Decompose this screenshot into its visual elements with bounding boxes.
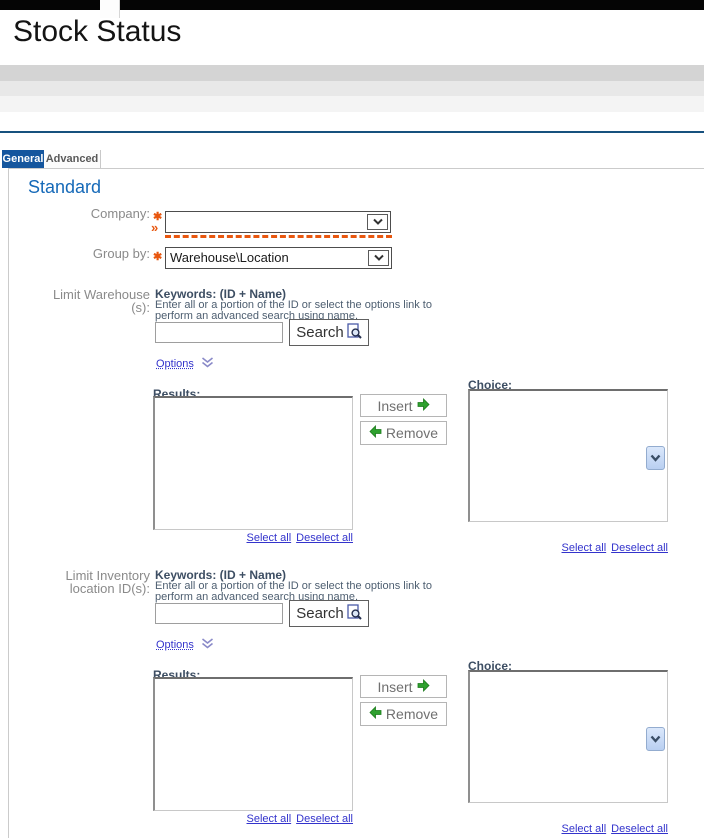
results-select-all-link[interactable]: Select all bbox=[247, 532, 292, 544]
search-button-label: Search bbox=[296, 605, 344, 622]
location-search-button[interactable]: Search bbox=[289, 600, 369, 627]
location-keyword-input[interactable] bbox=[155, 603, 283, 624]
toolbar-band-2 bbox=[0, 81, 704, 96]
remove-button-label: Remove bbox=[386, 706, 438, 722]
limit-inventory-location-section: Limit Inventory location ID(s): Keywords… bbox=[0, 568, 696, 834]
tab-general[interactable]: General bbox=[2, 150, 44, 168]
insert-button-label: Insert bbox=[377, 679, 412, 695]
header-divider bbox=[0, 131, 704, 133]
group-by-select[interactable]: Warehouse\Location bbox=[165, 247, 392, 269]
page-title: Stock Status bbox=[13, 15, 181, 49]
warehouse-results-listbox[interactable] bbox=[153, 396, 353, 530]
results-select-all-link[interactable]: Select all bbox=[247, 813, 292, 825]
choice-select-all-link[interactable]: Select all bbox=[562, 542, 607, 554]
section-heading-standard: Standard bbox=[28, 177, 101, 198]
arrow-left-icon bbox=[369, 425, 382, 441]
choice-deselect-all-link[interactable]: Deselect all bbox=[611, 542, 668, 554]
tab-advanced[interactable]: Advanced bbox=[44, 150, 101, 168]
required-jump-icon: » bbox=[151, 223, 158, 233]
results-deselect-all-link[interactable]: Deselect all bbox=[296, 532, 353, 544]
double-chevron-down-icon[interactable] bbox=[201, 636, 214, 654]
company-select[interactable] bbox=[165, 211, 391, 233]
double-chevron-down-icon[interactable] bbox=[201, 355, 214, 373]
group-by-label: Group by: bbox=[0, 246, 150, 261]
tab-strip-spacer bbox=[100, 0, 120, 18]
warehouse-search-button[interactable]: Search bbox=[289, 319, 369, 346]
limit-warehouse-section: Limit Warehouse (s): Keywords: (ID + Nam… bbox=[0, 287, 696, 553]
warehouse-keyword-input[interactable] bbox=[155, 322, 283, 343]
scrollbar-down-button[interactable] bbox=[646, 446, 665, 470]
warehouse-options-link[interactable]: Options bbox=[156, 358, 194, 370]
scrollbar-down-button[interactable] bbox=[646, 727, 665, 751]
limit-inventory-label-line2: location ID(s): bbox=[0, 581, 150, 596]
toolbar-band-1 bbox=[0, 65, 704, 81]
company-label: Company: bbox=[0, 206, 150, 221]
arrow-right-icon bbox=[417, 679, 430, 695]
required-dashed-underline bbox=[165, 235, 392, 238]
choice-deselect-all-link[interactable]: Deselect all bbox=[611, 823, 668, 835]
stock-status-window: Stock Status General Advanced Standard C… bbox=[0, 0, 704, 838]
warehouse-choice-listbox[interactable] bbox=[468, 389, 668, 522]
limit-warehouse-label-line2: (s): bbox=[0, 300, 150, 315]
search-button-label: Search bbox=[296, 324, 344, 341]
group-by-select-value: Warehouse\Location bbox=[170, 250, 289, 265]
warehouse-insert-button[interactable]: Insert bbox=[360, 394, 447, 417]
location-results-listbox[interactable] bbox=[153, 677, 353, 811]
remove-button-label: Remove bbox=[386, 425, 438, 441]
arrow-right-icon bbox=[417, 398, 430, 414]
warehouse-remove-button[interactable]: Remove bbox=[360, 421, 447, 445]
results-deselect-all-link[interactable]: Deselect all bbox=[296, 813, 353, 825]
insert-button-label: Insert bbox=[377, 398, 412, 414]
toolbar-band-3 bbox=[0, 96, 704, 112]
chevron-down-icon[interactable] bbox=[368, 250, 389, 266]
location-insert-button[interactable]: Insert bbox=[360, 675, 447, 698]
search-document-magnifier-icon bbox=[346, 604, 362, 624]
location-choice-listbox[interactable] bbox=[468, 670, 668, 803]
required-asterisk-icon: ✱ bbox=[153, 250, 162, 263]
chevron-down-icon[interactable] bbox=[367, 214, 388, 230]
location-options-link[interactable]: Options bbox=[156, 639, 194, 651]
choice-select-all-link[interactable]: Select all bbox=[562, 823, 607, 835]
arrow-left-icon bbox=[369, 706, 382, 722]
location-remove-button[interactable]: Remove bbox=[360, 702, 447, 726]
search-document-magnifier-icon bbox=[346, 323, 362, 343]
